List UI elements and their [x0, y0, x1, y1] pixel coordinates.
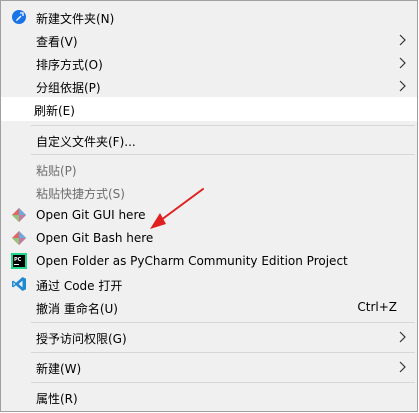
- menu-item-group-by[interactable]: 分组依据(P): [3, 75, 415, 97]
- menu-item-new-folder[interactable]: 新建文件夹(N): [3, 6, 415, 28]
- chevron-right-icon: [399, 361, 406, 373]
- menu-item-shortcut: Ctrl+Z: [357, 300, 397, 314]
- menu-item-paste[interactable]: 粘贴(P): [3, 158, 415, 180]
- menu-item-label: Open Git GUI here: [36, 208, 146, 222]
- menu-item-open-in-pycharm[interactable]: PC Open Folder as PyCharm Community Edit…: [3, 250, 415, 272]
- menu-item-label: 撤消 重命名(U): [36, 302, 118, 316]
- menu-item-label: 通过 Code 打开: [36, 279, 123, 293]
- menu-separator: [31, 352, 415, 353]
- menu-item-label: 粘贴(P): [36, 164, 77, 178]
- menu-item-label: 新建(W): [36, 362, 82, 376]
- chevron-right-icon: [399, 80, 406, 92]
- menu-item-label: 刷新(E): [34, 104, 75, 118]
- menu-item-refresh[interactable]: 刷新(E): [1, 97, 417, 121]
- menu-item-customize-folder[interactable]: 自定义文件夹(F)...: [3, 129, 415, 151]
- menu-item-label: 分组依据(P): [36, 81, 101, 95]
- menu-item-properties[interactable]: 属性(R): [3, 386, 415, 408]
- menu-item-label: 属性(R): [36, 392, 78, 406]
- chevron-right-icon: [399, 57, 406, 69]
- chevron-right-icon: [399, 34, 406, 46]
- git-bash-icon: [12, 231, 26, 245]
- pycharm-icon: PC: [11, 253, 27, 269]
- context-menu: 新建文件夹(N) 查看(V) 排序方式(O) 分组依据(P) 刷新(E) 自定义…: [0, 0, 418, 412]
- menu-item-open-with-code[interactable]: 通过 Code 打开: [3, 273, 415, 295]
- menu-item-label: 授予访问权限(G): [36, 332, 127, 346]
- menu-item-give-access[interactable]: 授予访问权限(G): [3, 326, 415, 348]
- vscode-icon: [12, 277, 26, 291]
- menu-item-label: 新建文件夹(N): [36, 12, 115, 26]
- menu-separator: [31, 322, 415, 323]
- chevron-right-icon: [399, 331, 406, 343]
- menu-item-label: 自定义文件夹(F)...: [36, 135, 136, 149]
- new-folder-icon: [12, 10, 26, 24]
- menu-separator: [31, 382, 415, 383]
- menu-item-label: Open Folder as PyCharm Community Edition…: [36, 254, 348, 268]
- menu-item-label: 查看(V): [36, 35, 78, 49]
- menu-item-git-bash[interactable]: Open Git Bash here: [3, 227, 415, 249]
- menu-separator: [31, 125, 415, 126]
- menu-item-sort-by[interactable]: 排序方式(O): [3, 52, 415, 74]
- svg-text:PC: PC: [14, 257, 22, 263]
- menu-item-paste-shortcut[interactable]: 粘贴快捷方式(S): [3, 181, 415, 203]
- git-gui-icon: [12, 208, 26, 222]
- menu-item-label: 粘贴快捷方式(S): [36, 187, 125, 201]
- menu-item-label: Open Git Bash here: [36, 231, 154, 245]
- menu-separator: [31, 154, 415, 155]
- menu-item-label: 排序方式(O): [36, 58, 103, 72]
- menu-item-view[interactable]: 查看(V): [3, 29, 415, 51]
- menu-item-git-gui[interactable]: Open Git GUI here: [3, 204, 415, 226]
- menu-item-new[interactable]: 新建(W): [3, 356, 415, 378]
- menu-item-undo-rename[interactable]: 撤消 重命名(U) Ctrl+Z: [3, 296, 415, 318]
